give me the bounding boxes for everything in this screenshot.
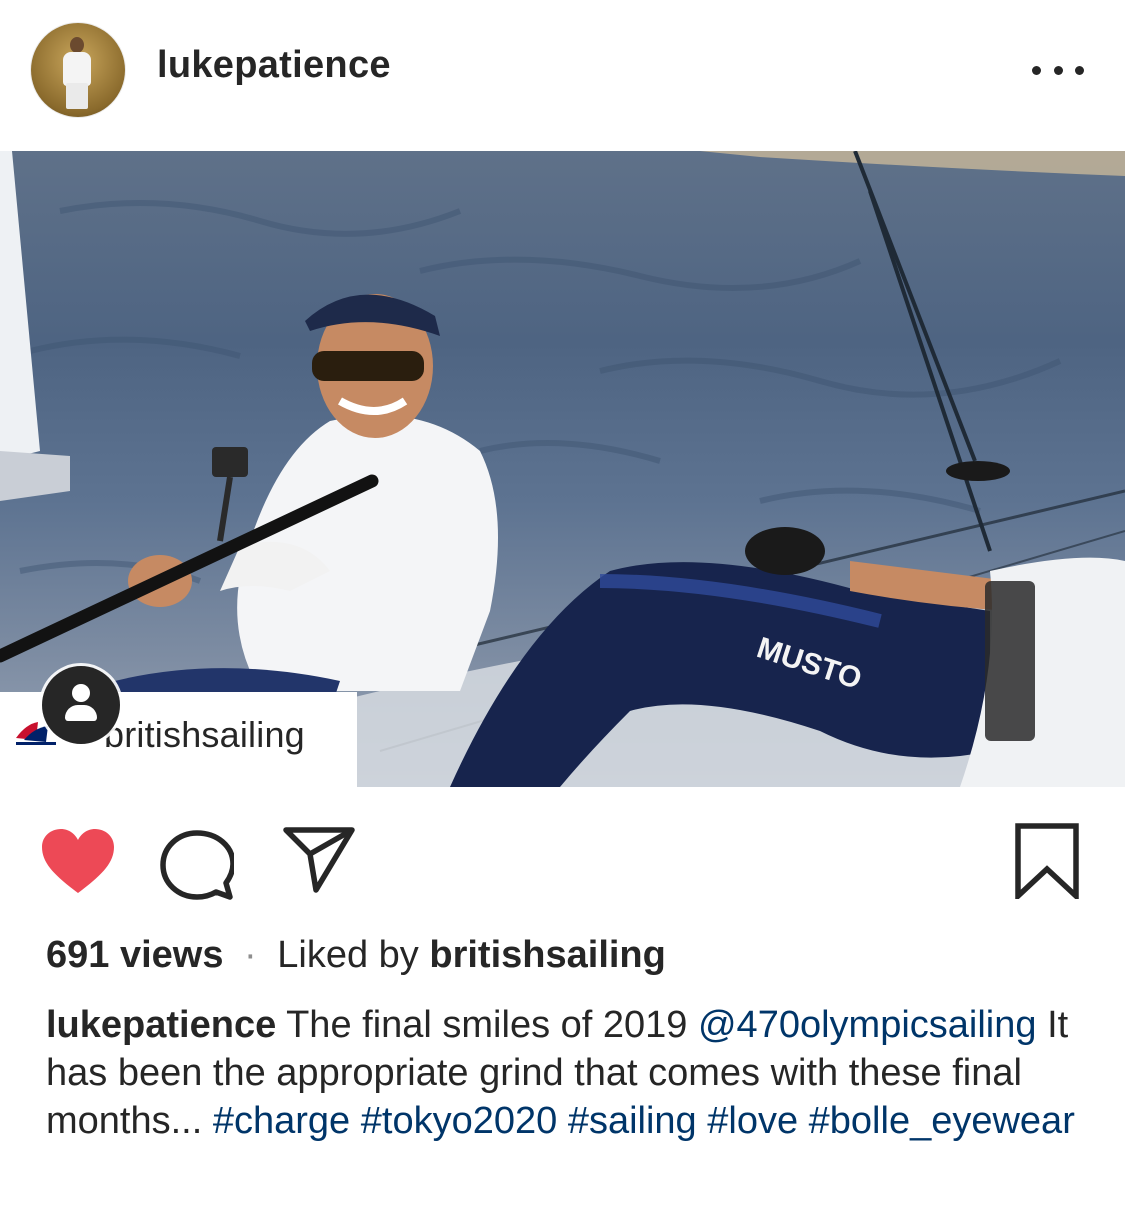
- sailor-sunglasses: [312, 351, 424, 381]
- water-waves: [19, 200, 1062, 584]
- avatar-figure-head: [70, 37, 84, 53]
- user-tag-icon[interactable]: [42, 666, 120, 744]
- more-dot: [1075, 65, 1084, 75]
- tagged-username: britishsailing: [104, 714, 305, 755]
- share-icon[interactable]: [283, 826, 355, 894]
- hashtag[interactable]: #bolle_eyewear: [809, 1100, 1075, 1142]
- caption-username[interactable]: lukepatience: [46, 1004, 276, 1046]
- harness-strap: [985, 581, 1035, 741]
- more-dot: [1053, 65, 1063, 75]
- avatar-figure-body: [63, 52, 91, 86]
- view-count[interactable]: 691 views: [46, 934, 223, 976]
- more-dot: [1032, 65, 1041, 75]
- comment-icon[interactable]: [160, 829, 234, 901]
- avatar-figure-legs: [66, 83, 88, 109]
- hashtag[interactable]: #sailing: [568, 1100, 697, 1142]
- caption-text-1: The final smiles of 2019: [286, 1004, 688, 1046]
- shoreline: [700, 151, 1125, 176]
- user-tag-icon-shoulders: [65, 705, 97, 721]
- post-username[interactable]: lukepatience: [157, 44, 391, 87]
- hashtag[interactable]: #charge: [213, 1100, 350, 1142]
- avatar[interactable]: [31, 23, 125, 117]
- bookmark-icon[interactable]: [1015, 823, 1079, 899]
- liked-by-prefix: Liked by: [277, 934, 419, 976]
- sailing-glove: [745, 527, 825, 575]
- liked-by-user[interactable]: britishsailing: [429, 934, 665, 976]
- user-tag-icon-head: [72, 684, 90, 702]
- hashtag[interactable]: #love: [707, 1100, 798, 1142]
- camera-pole: [217, 476, 233, 542]
- post-header: lukepatience: [0, 0, 1125, 150]
- hashtag[interactable]: #tokyo2020: [361, 1100, 558, 1142]
- post-stats: 691 views · Liked by britishsailing: [46, 934, 666, 977]
- block-pulley: [946, 461, 1010, 481]
- stats-separator: ·: [244, 934, 257, 976]
- post-caption: lukepatience The final smiles of 2019 @4…: [46, 1001, 1096, 1145]
- caption-mention[interactable]: @470olympicsailing: [698, 1004, 1037, 1046]
- heart-filled-icon[interactable]: [40, 827, 116, 895]
- boat-hull-left: [0, 451, 70, 501]
- post-actions: [0, 815, 1125, 905]
- sail: [0, 151, 40, 461]
- camera-mount: [212, 447, 248, 477]
- more-horizontal-icon[interactable]: [1032, 55, 1084, 85]
